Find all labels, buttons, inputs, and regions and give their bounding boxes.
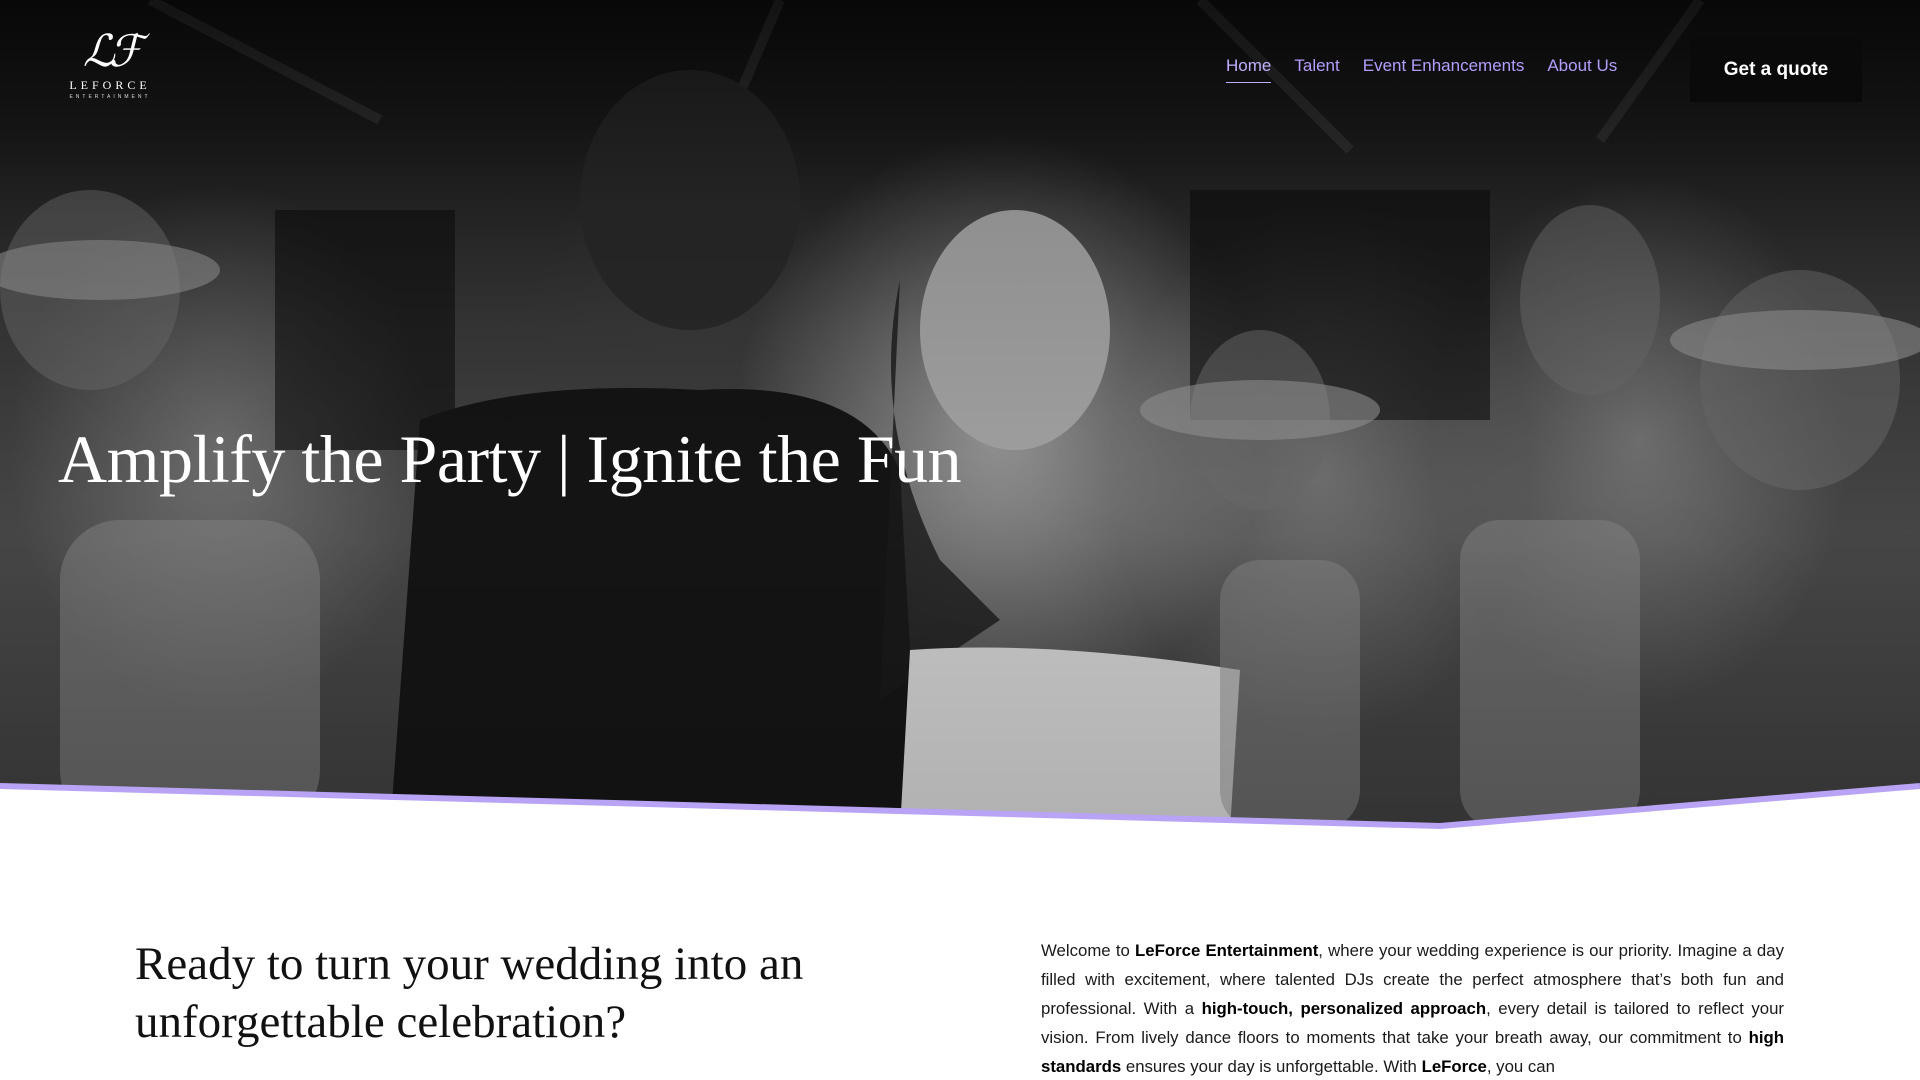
intro-text: ensures your day is unforgettable. With xyxy=(1121,1057,1422,1076)
logo-monogram: ℒℱ xyxy=(82,26,143,77)
hero-wave-divider xyxy=(0,783,1920,860)
nav-item-talent[interactable]: Talent xyxy=(1294,56,1339,83)
logo-wordmark: LEFORCE xyxy=(69,78,151,92)
intro-bold-approach: high-touch, personalized approach xyxy=(1201,999,1487,1018)
get-a-quote-button[interactable]: Get a quote xyxy=(1690,37,1862,102)
intro-paragraph: Welcome to LeForce Entertainment, where … xyxy=(1041,936,1784,1080)
nav-item-event-enhancements[interactable]: Event Enhancements xyxy=(1363,56,1525,83)
site-logo[interactable]: ℒℱ LEFORCE ENTERTAINMENT xyxy=(58,30,162,106)
intro-heading: Ready to turn your wedding into an unfor… xyxy=(135,938,804,1048)
main-nav: Home Talent Event Enhancements About Us xyxy=(1226,56,1640,83)
intro-text: Welcome to xyxy=(1041,941,1135,960)
nav-item-home[interactable]: Home xyxy=(1226,56,1272,83)
intro-bold-brand: LeForce Entertainment xyxy=(1135,941,1319,960)
logo-subtitle: ENTERTAINMENT xyxy=(69,94,151,100)
intro-text: , you can xyxy=(1486,1057,1555,1076)
site-header: ℒℱ LEFORCE ENTERTAINMENT Home Talent Eve… xyxy=(0,0,1920,136)
nav-item-about-us[interactable]: About Us xyxy=(1547,56,1617,83)
hero-title: Amplify the Party | Ignite the Fun xyxy=(58,421,962,497)
intro-bold-leforce: LeForce xyxy=(1421,1057,1487,1076)
